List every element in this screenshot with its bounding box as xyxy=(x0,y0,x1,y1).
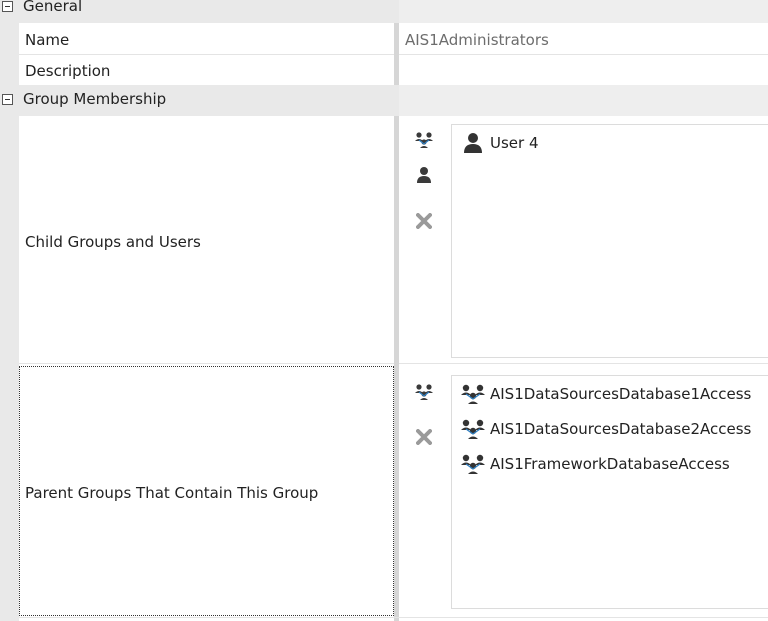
child-members-list[interactable]: User 4 xyxy=(451,124,768,358)
add-user-button[interactable] xyxy=(412,163,436,187)
add-group-icon xyxy=(415,384,433,400)
group-icon xyxy=(460,383,486,405)
category-group-membership[interactable]: Group Membership xyxy=(0,85,768,116)
child-groups-label: Child Groups and Users xyxy=(25,233,201,251)
close-icon xyxy=(416,429,432,445)
group-icon xyxy=(460,418,486,440)
category-general[interactable]: General xyxy=(0,0,768,23)
add-group-button[interactable] xyxy=(412,128,436,152)
remove-parent-button[interactable] xyxy=(412,425,436,449)
list-item-label: AIS1DataSourcesDatabase2Access xyxy=(490,420,752,438)
list-item-label: AIS1DataSourcesDatabase1Access xyxy=(490,385,752,403)
category-general-label: General xyxy=(23,0,83,15)
list-item-label: User 4 xyxy=(490,134,539,152)
name-value[interactable]: AIS1Administrators xyxy=(405,31,549,49)
add-group-icon xyxy=(415,132,433,148)
parent-groups-list[interactable]: AIS1DataSourcesDatabase1Access AIS1DataS… xyxy=(451,375,768,609)
group-icon xyxy=(460,453,486,475)
list-item[interactable]: AIS1FrameworkDatabaseAccess xyxy=(460,452,730,476)
remove-child-button[interactable] xyxy=(412,209,436,233)
category-group-membership-label: Group Membership xyxy=(23,90,167,108)
description-label: Description xyxy=(25,62,111,80)
list-item-label: AIS1FrameworkDatabaseAccess xyxy=(490,455,730,473)
list-item[interactable]: User 4 xyxy=(460,131,539,155)
close-icon xyxy=(416,213,432,229)
description-value[interactable] xyxy=(399,55,768,85)
parent-groups-label: Parent Groups That Contain This Group xyxy=(25,484,319,502)
add-parent-group-button[interactable] xyxy=(412,380,436,404)
collapse-toggle-icon[interactable] xyxy=(2,94,13,105)
list-item[interactable]: AIS1DataSourcesDatabase1Access xyxy=(460,382,751,406)
user-icon xyxy=(460,132,486,154)
list-item[interactable]: AIS1DataSourcesDatabase2Access xyxy=(460,417,751,441)
add-user-icon xyxy=(417,167,431,183)
collapse-toggle-icon[interactable] xyxy=(2,1,13,12)
name-label: Name xyxy=(25,31,70,49)
